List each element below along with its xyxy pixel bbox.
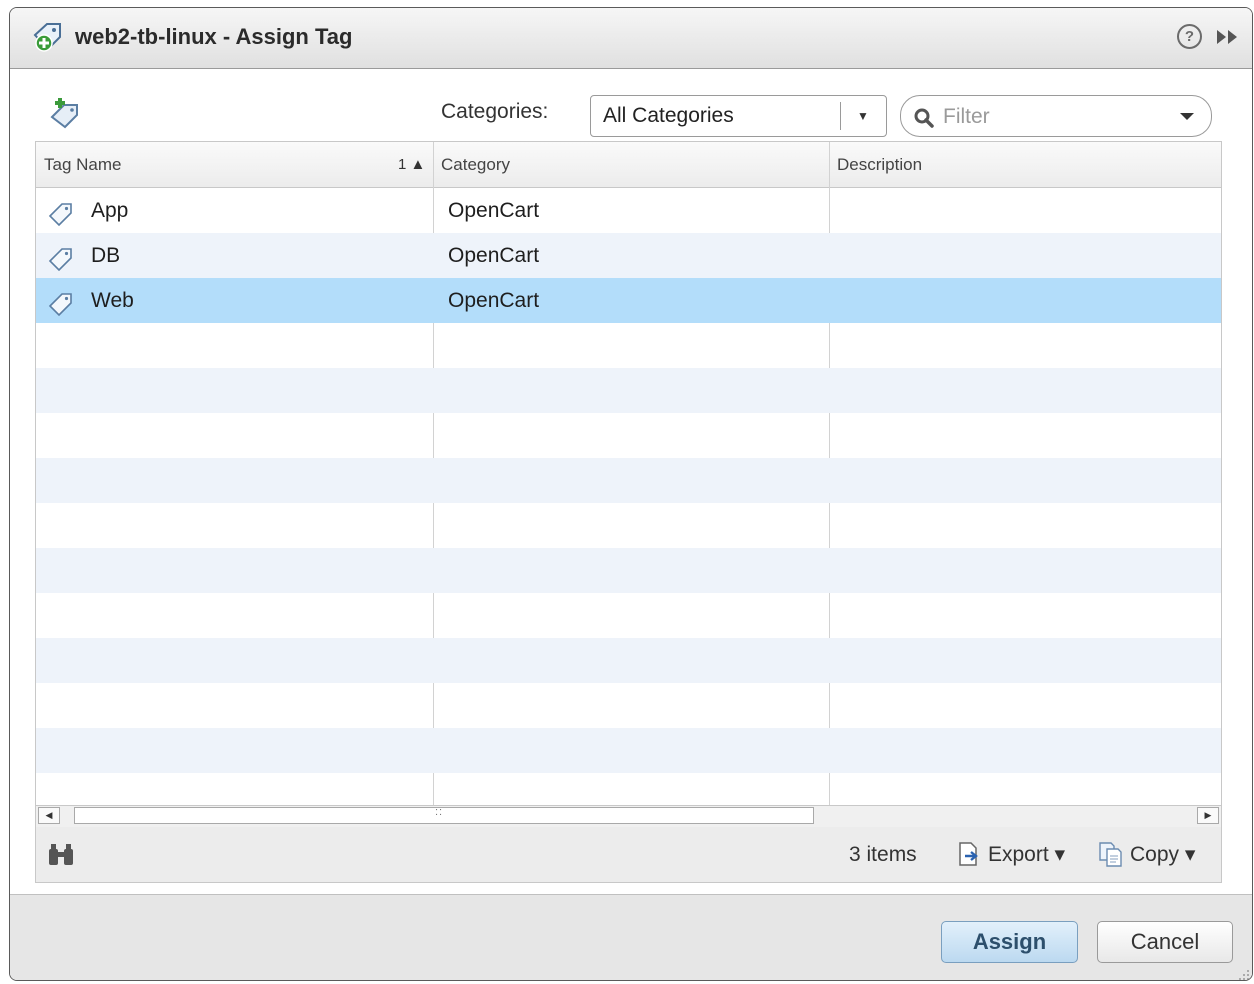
column-header-category[interactable]: Category [441,142,510,187]
grid-header: Tag Name 1 ▲ Category Description [36,142,1221,188]
empty-row [36,728,1221,773]
table-row[interactable]: DB OpenCart [36,233,1221,278]
tags-grid: Tag Name 1 ▲ Category Description App Op… [35,141,1222,883]
tag-name-cell: Web [91,289,134,312]
scroll-left-button[interactable]: ◀ [38,807,60,824]
category-cell: OpenCart [448,289,540,312]
export-icon [959,842,978,866]
column-header-description[interactable]: Description [837,142,922,187]
resize-grip-icon[interactable] [1236,967,1250,981]
cancel-button[interactable]: Cancel [1097,921,1233,963]
empty-row [36,413,1221,458]
tag-icon [48,293,72,316]
tag-icon [48,203,72,226]
table-row-selected[interactable]: Web OpenCart [36,278,1221,323]
grid-footer: 3 items Export ▾ Copy ▾ [36,827,1221,882]
filter-input[interactable] [941,103,1175,131]
copy-label: Copy [1130,843,1180,866]
tag-icon [48,248,72,271]
empty-row [36,683,1221,728]
grid-rows: App OpenCart DB OpenCart Web OpenCart [36,188,1221,806]
column-header-tag-name[interactable]: Tag Name [44,142,121,187]
category-cell: OpenCart [448,244,540,267]
search-icon [914,108,934,128]
grip-icon: :: [435,806,444,818]
scroll-right-button[interactable]: ▶ [1197,807,1219,824]
category-cell: OpenCart [448,199,540,222]
tag-name-cell: DB [91,244,121,267]
categories-selected-value: All Categories [603,104,734,127]
categories-dropdown[interactable]: All Categories ▼ [590,95,887,137]
table-row[interactable]: App OpenCart [36,188,1221,233]
chevron-down-icon[interactable] [1177,108,1197,124]
tag-name-cell: App [91,199,129,222]
categories-label: Categories: [441,100,549,123]
help-icon[interactable]: ? [1177,24,1202,49]
chevron-down-icon[interactable]: ▼ [847,106,879,126]
horizontal-scrollbar[interactable]: ◀ :: ▶ [36,805,1221,828]
export-label: Export [988,843,1049,866]
dialog-button-bar: Assign Cancel [10,894,1252,981]
empty-row [36,548,1221,593]
vm-tag-icon [33,23,61,52]
forward-icon[interactable] [1215,28,1241,46]
assign-button[interactable]: Assign [941,921,1078,963]
empty-row [36,503,1221,548]
dropdown-separator [840,102,841,130]
empty-row [36,368,1221,413]
assign-tag-dialog: web2-tb-linux - Assign Tag ? Categories:… [9,7,1253,981]
filter-box[interactable] [900,95,1212,137]
copy-icon [1099,842,1122,867]
scroll-thumb[interactable]: :: [74,806,814,824]
empty-row [36,323,1221,368]
empty-row [36,593,1221,638]
empty-row [36,638,1221,683]
dialog-titlebar: web2-tb-linux - Assign Tag ? [10,8,1252,69]
items-count: 3 items [849,843,917,866]
binoculars-icon[interactable] [46,841,76,867]
dialog-title: web2-tb-linux - Assign Tag [75,24,353,49]
sort-indicator: 1 ▲ [398,156,426,173]
add-tag-icon[interactable] [48,95,82,129]
empty-row [36,458,1221,503]
